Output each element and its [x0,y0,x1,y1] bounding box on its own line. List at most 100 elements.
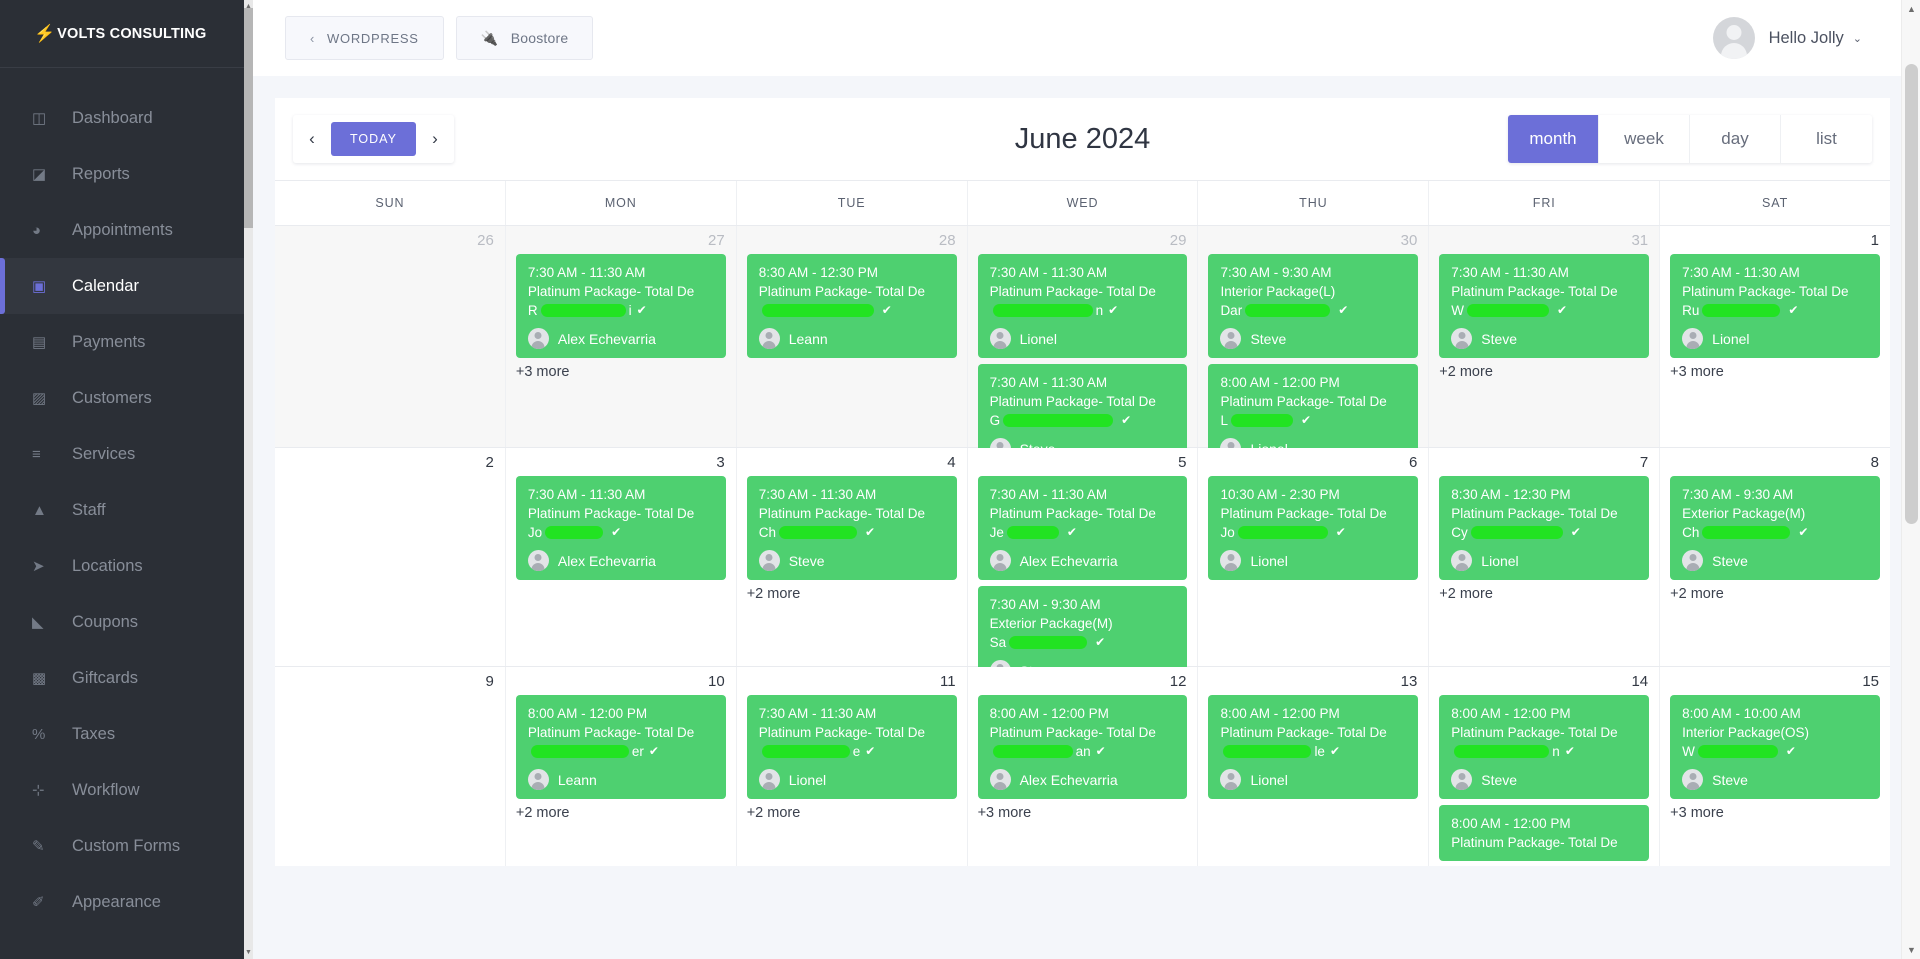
more-events-link[interactable]: +3 more [1670,364,1890,380]
more-events-link[interactable]: +2 more [747,805,967,821]
more-events-link[interactable]: +3 more [516,364,736,380]
scroll-up-icon[interactable]: ▲ [1902,0,1920,18]
event-time: 7:30 AM - 11:30 AM [758,706,877,721]
sidebar-item-services[interactable]: ≡ Services [0,426,253,482]
event-staff: Alex Echevarria [989,769,1177,790]
boostore-button[interactable]: 🔌 Boostore [455,16,594,60]
sidebar-item-payments[interactable]: ▤ Payments [0,314,253,370]
view-button-week[interactable]: week [1599,115,1690,163]
view-button-list[interactable]: list [1781,115,1872,163]
sidebar-item-locations[interactable]: ➤ Locations [0,538,253,594]
check-icon: ✔ [636,303,647,317]
calendar-day-cell[interactable]: 8 7:30 AM - 9:30 AM Exterior Package(M) Ch ✔… [1660,448,1891,666]
calendar-day-cell[interactable]: 30 7:30 AM - 9:30 AM Interior Package(L) Da… [1198,226,1430,468]
wordpress-back-button[interactable]: ‹ WORDPRESS [285,16,444,60]
next-month-button[interactable]: › [416,115,454,163]
calendar-event[interactable]: 8:00 AM - 12:00 PM Platinum Package- Tota… [515,695,726,799]
calendar-event[interactable]: 7:30 AM - 11:30 AM Platinum Package- Tota… [1439,254,1650,358]
check-icon: ✔ [1066,525,1077,539]
more-events-link[interactable]: +2 more [747,586,967,602]
weekday-sat: SAT [1762,196,1789,210]
more-events-link[interactable]: +2 more [516,805,736,821]
sidebar-item-workflow[interactable]: ⊹ Workflow [0,762,253,818]
view-button-month[interactable]: month [1508,115,1599,163]
calendar-day-cell[interactable]: 2 [275,448,506,666]
calendar-day-cell[interactable]: 10 8:00 AM - 12:00 PM Platinum Package- To… [505,667,737,866]
user-menu[interactable]: Hello Jolly ⌄ [1712,0,1862,76]
event-time: 8:00 AM - 10:00 AM [1682,706,1801,721]
sidebar-item-reports[interactable]: ◪ Reports [0,146,253,202]
calendar-day-cell[interactable]: 5 7:30 AM - 11:30 AM Platinum Package- Tot… [967,448,1199,690]
view-switcher: month week day list [1508,115,1872,163]
redaction-bar [1006,526,1059,539]
calendar-event[interactable]: 8:30 AM - 12:30 PM Platinum Package- Tota… [746,254,957,358]
calendar-day-cell[interactable]: 6 10:30 AM - 2:30 PM Platinum Package- Tot… [1198,448,1430,666]
sidebar-item-label: Calendar [72,276,139,295]
sidebar-item-appearance[interactable]: ✐ Appearance [0,874,253,930]
calendar-event[interactable]: 7:30 AM - 11:30 AM Platinum Package- Tota… [515,254,726,358]
event-staff: Steve [1451,769,1638,790]
sidebar-item-taxes[interactable]: % Taxes [0,706,253,762]
calendar-event[interactable]: 7:30 AM - 11:30 AM Platinum Package- Tota… [746,695,957,799]
calendar-event[interactable]: 7:30 AM - 11:30 AM Platinum Package- Tota… [977,254,1188,358]
calendar-event[interactable]: 8:00 AM - 12:00 PM Platinum Package- Tota… [977,695,1188,799]
more-events-link[interactable]: +3 more [978,805,1198,821]
check-icon: ✔ [1335,525,1346,539]
today-button[interactable]: TODAY [331,122,416,156]
calendar-event[interactable]: 7:30 AM - 11:30 AM Platinum Package- Tota… [977,476,1188,580]
calendar-day-cell[interactable]: 15 8:00 AM - 10:00 AM Interior Package(OS)… [1660,667,1891,866]
sidebar-item-label: Giftcards [72,668,139,687]
calendar-event[interactable]: 7:30 AM - 9:30 AM Interior Package(L) Dar ✔… [1208,254,1419,358]
sidebar-item-customers[interactable]: ▨ Customers [0,370,253,426]
scroll-down-icon[interactable]: ▼ [245,948,252,957]
sidebar-scroll-thumb[interactable] [244,8,253,228]
sidebar-item-appointments[interactable]: ◕ Appointments [0,202,253,258]
calendar-day-cell[interactable]: 4 7:30 AM - 11:30 AM Platinum Package- Tot… [736,448,968,666]
calendar-day-cell[interactable]: 3 7:30 AM - 11:30 AM Platinum Package- Tot… [505,448,737,666]
brand-logo[interactable]: ⚡ VOLTS CONSULTING [0,0,253,68]
more-events-link[interactable]: +2 more [1670,586,1890,602]
event-customer: an ✔ [990,742,1177,761]
view-button-day[interactable]: day [1690,115,1781,163]
sidebar-item-giftcards[interactable]: ▩ Giftcards [0,650,253,706]
sidebar-item-dashboard[interactable]: ◫ Dashboard [0,90,253,146]
sidebar-scrollbar[interactable]: ▲ ▼ [244,0,253,959]
more-events-link[interactable]: +2 more [1439,586,1659,602]
calendar-event[interactable]: 7:30 AM - 11:30 AM Platinum Package- Tota… [515,476,726,580]
calendar-event[interactable]: 8:00 AM - 12:00 PM Platinum Package- Tota… [1439,695,1650,799]
calendar-day-cell[interactable]: 13 8:00 AM - 12:00 PM Platinum Package- To… [1198,667,1430,866]
calendar-day-cell[interactable]: 9 [275,667,506,866]
prev-month-button[interactable]: ‹ [293,115,331,163]
calendar-day-cell[interactable]: 14 8:00 AM - 12:00 PM Platinum Package- To… [1429,667,1661,866]
calendar-day-cell[interactable]: 7 8:30 AM - 12:30 PM Platinum Package- Tot… [1429,448,1661,666]
calendar-day-cell[interactable]: 31 7:30 AM - 11:30 AM Platinum Package- To… [1429,226,1661,447]
sidebar-item-custom-forms[interactable]: ✎ Custom Forms [0,818,253,874]
calendar-event[interactable]: 7:30 AM - 9:30 AM Exterior Package(M) Ch ✔ S… [1670,476,1881,580]
calendar-event[interactable]: 10:30 AM - 2:30 PM Platinum Package- Tota… [1208,476,1419,580]
wordpress-label: WORDPRESS [327,30,419,46]
main-scroll-thumb[interactable] [1905,64,1918,524]
calendar-day-cell[interactable]: 26 [275,226,506,447]
calendar-day-cell[interactable]: 29 7:30 AM - 11:30 AM Platinum Package- To… [967,226,1199,468]
more-events-link[interactable]: +3 more [1670,805,1890,821]
calendar-event[interactable]: 7:30 AM - 11:30 AM Platinum Package- Tota… [746,476,957,580]
sidebar-item-calendar[interactable]: ▣ Calendar [0,258,253,314]
calendar-day-cell[interactable]: 28 8:30 AM - 12:30 PM Platinum Package- To… [736,226,968,447]
sidebar-item-staff[interactable]: ▲ Staff [0,482,253,538]
calendar-day-cell[interactable]: 27 7:30 AM - 11:30 AM Platinum Package- To… [505,226,737,447]
main-scrollbar[interactable]: ▲ ▼ [1901,0,1920,959]
calendar-event[interactable]: 8:30 AM - 12:30 PM Platinum Package- Tota… [1439,476,1650,580]
staff-avatar-icon [1451,769,1473,790]
scroll-down-icon[interactable]: ▼ [1902,941,1920,959]
calendar-event[interactable]: 8:00 AM - 12:00 PM Platinum Package- Tota… [1439,805,1650,861]
more-events-link[interactable]: +2 more [1439,364,1659,380]
sidebar-item-coupons[interactable]: ◣ Coupons [0,594,253,650]
calendar-day-cell[interactable]: 11 7:30 AM - 11:30 AM Platinum Package- To… [736,667,968,866]
staff-name: Alex Echevarria [1019,552,1118,569]
calendar-day-cell[interactable]: 12 8:00 AM - 12:00 PM Platinum Package- To… [967,667,1199,866]
calendar-day-cell[interactable]: 1 7:30 AM - 11:30 AM Platinum Package- Tot… [1660,226,1891,447]
calendar-event[interactable]: 8:00 AM - 12:00 PM Platinum Package- Tota… [1208,695,1419,799]
calendar-event[interactable]: 8:00 AM - 10:00 AM Interior Package(OS) W ✔… [1670,695,1881,799]
weekday-tue: TUE [737,181,968,225]
calendar-event[interactable]: 7:30 AM - 11:30 AM Platinum Package- Tota… [1670,254,1881,358]
